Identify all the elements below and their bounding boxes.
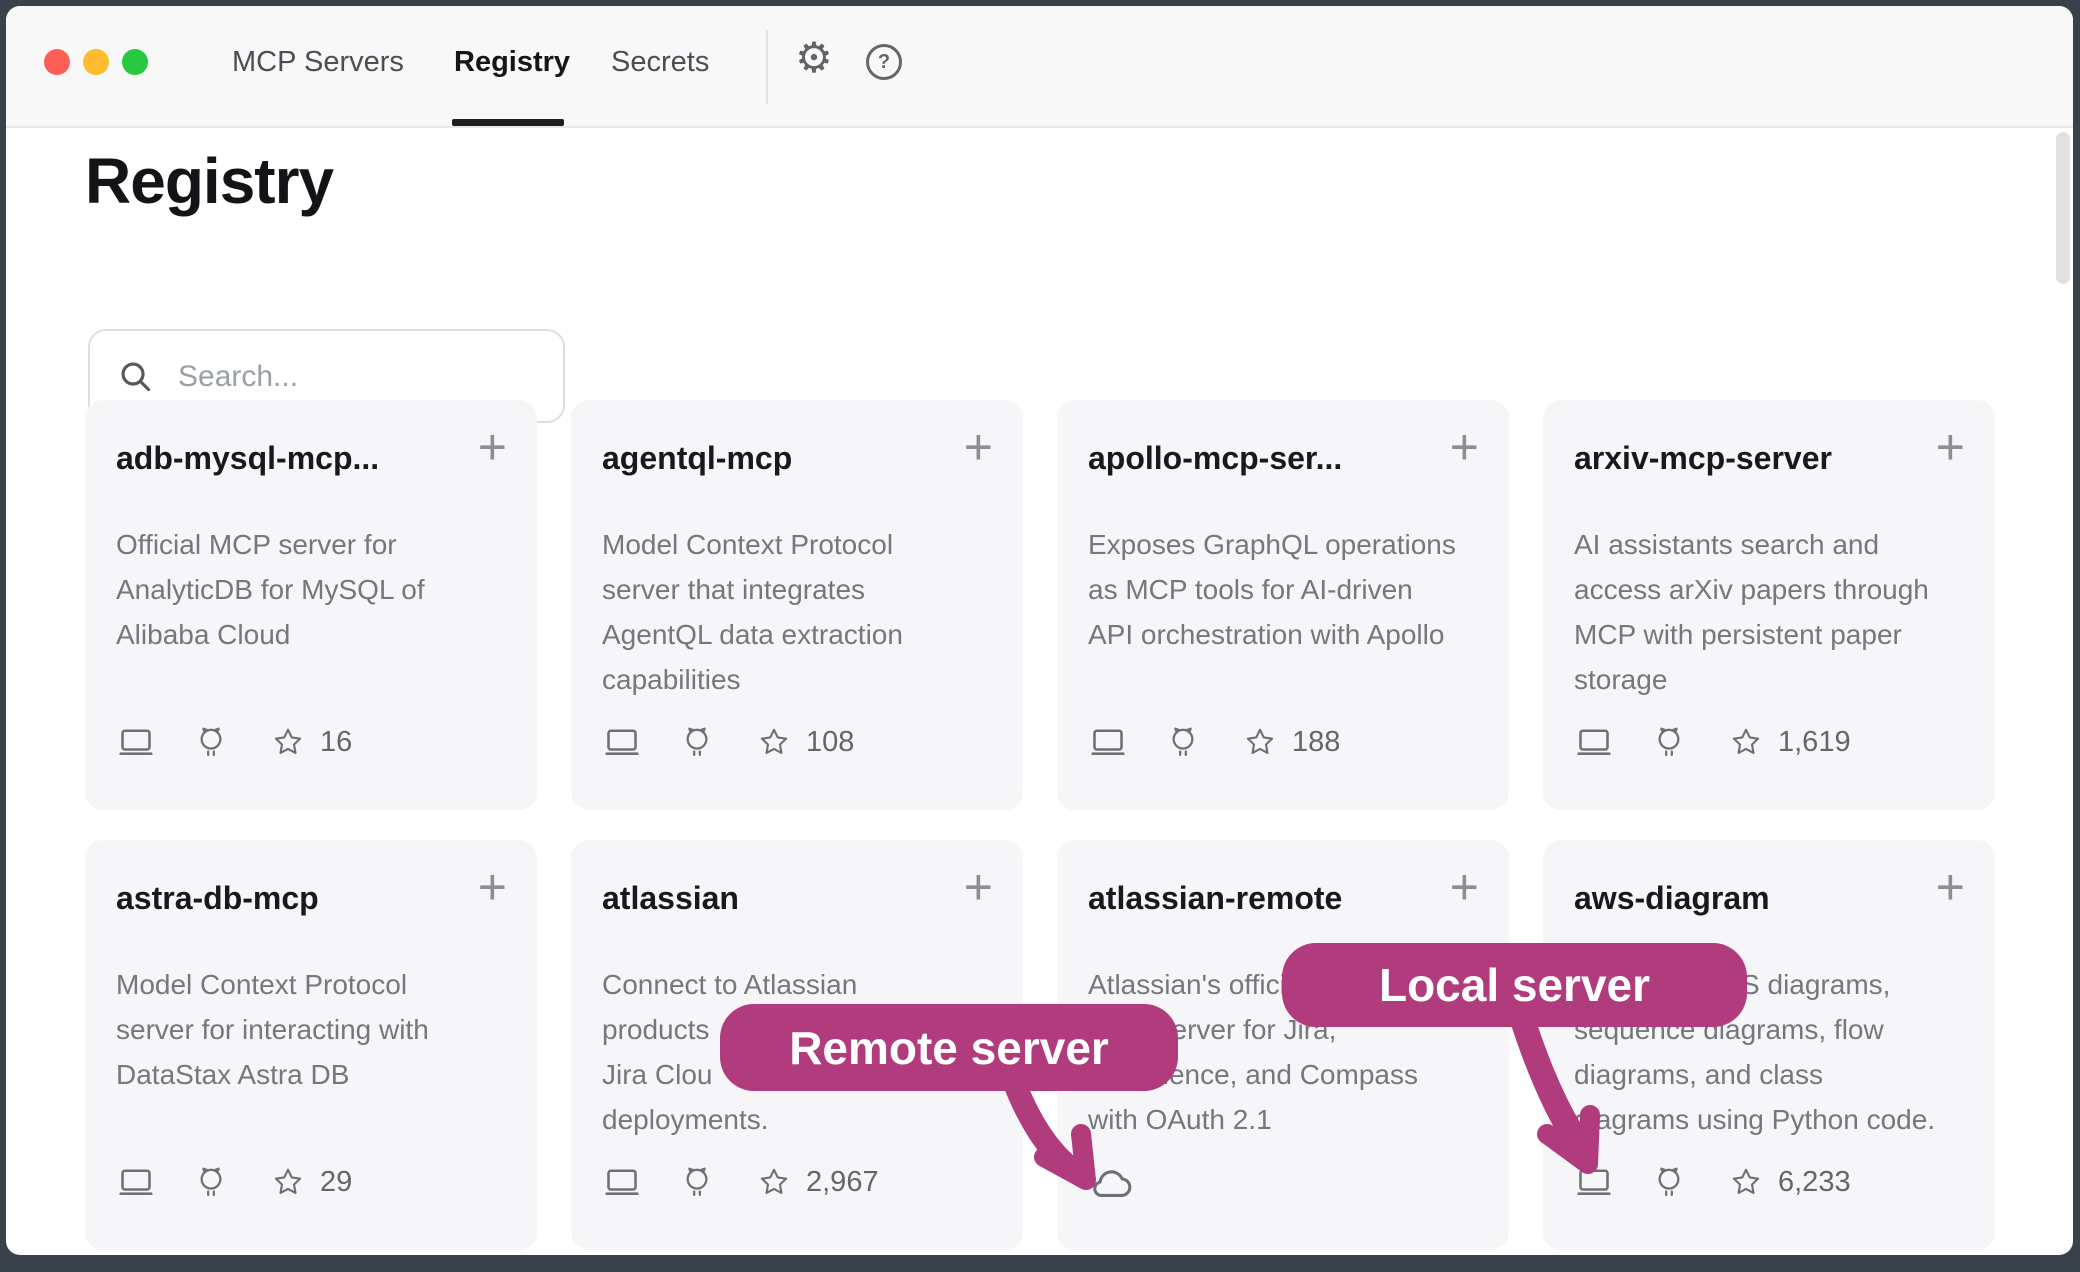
search-icon: [118, 359, 156, 397]
server-card[interactable]: aws-diagram + Generate AWS diagrams, seq…: [1543, 840, 1995, 1250]
star-icon: [1730, 1166, 1762, 1198]
star-count: 1,619: [1778, 726, 1851, 759]
help-icon[interactable]: ?: [866, 44, 902, 80]
active-tab-indicator: [452, 119, 564, 126]
server-name: adb-mysql-mcp...: [116, 440, 457, 477]
server-name: arxiv-mcp-server: [1574, 440, 1915, 477]
server-description: Official MCP server for AnalyticDB for M…: [116, 522, 521, 657]
star-icon: [758, 1166, 790, 1198]
card-footer: 1,619: [1574, 718, 1851, 766]
github-icon: [194, 1165, 228, 1199]
server-description: Exposes GraphQL operations as MCP tools …: [1088, 522, 1493, 657]
server-name: atlassian-remote: [1088, 880, 1429, 917]
tab-secrets[interactable]: Secrets: [611, 46, 709, 79]
server-name: astra-db-mcp: [116, 880, 457, 917]
traffic-lights: [44, 49, 148, 75]
github-icon: [680, 725, 714, 759]
app-window: MCP Servers Registry Secrets ⚙ ? Registr…: [6, 6, 2073, 1255]
github-icon: [1166, 725, 1200, 759]
star-icon: [272, 726, 304, 758]
star-count: 6,233: [1778, 1166, 1851, 1199]
local-server-callout: Local server: [1282, 943, 1747, 1027]
laptop-icon: [1088, 724, 1128, 760]
star-count: 108: [806, 726, 854, 759]
star-icon: [1244, 726, 1276, 758]
add-server-button[interactable]: +: [1450, 862, 1479, 912]
add-server-button[interactable]: +: [1936, 422, 1965, 472]
page-title: Registry: [85, 144, 333, 218]
server-description: Model Context Protocol server that integ…: [602, 522, 1007, 702]
server-name: atlassian: [602, 880, 943, 917]
laptop-icon: [602, 1164, 642, 1200]
star-count: 2,967: [806, 1166, 879, 1199]
server-name: aws-diagram: [1574, 880, 1915, 917]
card-footer: 188: [1088, 718, 1340, 766]
add-server-button[interactable]: +: [1450, 422, 1479, 472]
github-icon: [194, 725, 228, 759]
server-card-grid: adb-mysql-mcp... + Official MCP server f…: [85, 400, 1995, 1250]
server-card[interactable]: astra-db-mcp + Model Context Protocol se…: [85, 840, 537, 1250]
header-divider: [766, 30, 768, 104]
github-icon: [1652, 1165, 1686, 1199]
tab-mcp-servers[interactable]: MCP Servers: [232, 46, 404, 79]
add-server-button[interactable]: +: [964, 422, 993, 472]
server-card[interactable]: adb-mysql-mcp... + Official MCP server f…: [85, 400, 537, 810]
settings-icon[interactable]: ⚙: [792, 36, 836, 80]
server-name: apollo-mcp-ser...: [1088, 440, 1429, 477]
laptop-icon: [602, 724, 642, 760]
add-server-button[interactable]: +: [1936, 862, 1965, 912]
server-description: Model Context Protocol server for intera…: [116, 962, 521, 1097]
star-count: 16: [320, 726, 352, 759]
tab-registry[interactable]: Registry: [454, 46, 570, 79]
card-footer: 108: [602, 718, 854, 766]
star-count: 188: [1292, 726, 1340, 759]
server-card[interactable]: apollo-mcp-ser... + Exposes GraphQL oper…: [1057, 400, 1509, 810]
card-footer: 6,233: [1574, 1158, 1851, 1206]
laptop-icon: [1574, 1164, 1614, 1200]
scrollbar-thumb[interactable]: [2056, 132, 2070, 284]
card-footer: [1088, 1158, 1134, 1206]
github-icon: [1652, 725, 1686, 759]
add-server-button[interactable]: +: [964, 862, 993, 912]
minimize-button[interactable]: [83, 49, 109, 75]
server-card[interactable]: arxiv-mcp-server + AI assistants search …: [1543, 400, 1995, 810]
server-description: AI assistants search and access arXiv pa…: [1574, 522, 1979, 702]
star-icon: [1730, 726, 1762, 758]
star-icon: [758, 726, 790, 758]
server-card[interactable]: agentql-mcp + Model Context Protocol ser…: [571, 400, 1023, 810]
laptop-icon: [116, 724, 156, 760]
card-footer: 29: [116, 1158, 352, 1206]
add-server-button[interactable]: +: [478, 862, 507, 912]
close-button[interactable]: [44, 49, 70, 75]
star-icon: [272, 1166, 304, 1198]
header-bar: MCP Servers Registry Secrets ⚙ ?: [6, 6, 2073, 128]
laptop-icon: [1574, 724, 1614, 760]
card-footer: 16: [116, 718, 352, 766]
help-glyph: ?: [878, 51, 890, 74]
add-server-button[interactable]: +: [478, 422, 507, 472]
remote-server-callout: Remote server: [720, 1004, 1178, 1091]
star-count: 29: [320, 1166, 352, 1199]
zoom-button[interactable]: [122, 49, 148, 75]
card-footer: 2,967: [602, 1158, 879, 1206]
server-name: agentql-mcp: [602, 440, 943, 477]
cloud-icon: [1088, 1165, 1134, 1199]
laptop-icon: [116, 1164, 156, 1200]
github-icon: [680, 1165, 714, 1199]
